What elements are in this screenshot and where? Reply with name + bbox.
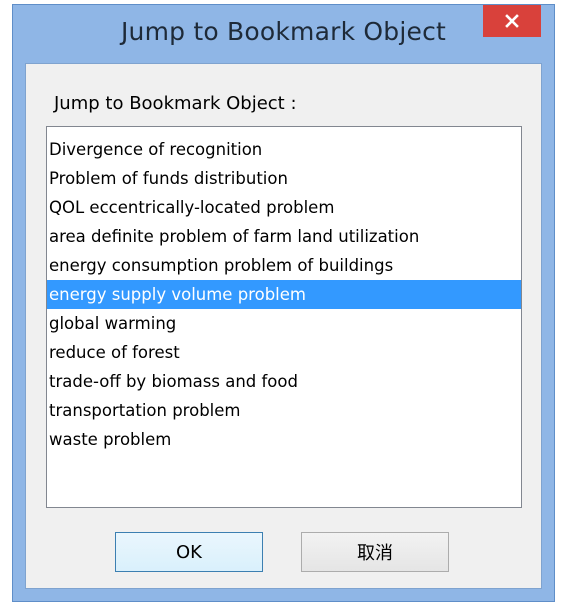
list-item[interactable]: trade-off by biomass and food	[47, 367, 521, 396]
close-button[interactable]	[483, 5, 541, 37]
list-item[interactable]: area definite problem of farm land utili…	[47, 222, 521, 251]
list-item[interactable]: Divergence of recognition	[47, 135, 521, 164]
list-label: Jump to Bookmark Object :	[54, 93, 297, 114]
list-item[interactable]: global warming	[47, 309, 521, 338]
cancel-button[interactable]: 取消	[301, 532, 449, 572]
list-item[interactable]: energy supply volume problem	[47, 280, 521, 309]
ok-button[interactable]: OK	[115, 532, 263, 572]
list-item[interactable]: QOL eccentrically-located problem	[47, 193, 521, 222]
dialog-body: Jump to Bookmark Object : Divergence of …	[25, 63, 542, 589]
title-bar[interactable]: Jump to Bookmark Object	[13, 5, 554, 65]
list-item[interactable]: energy consumption problem of buildings	[47, 251, 521, 280]
window-title: Jump to Bookmark Object	[120, 17, 447, 46]
list-item[interactable]: waste problem	[47, 425, 521, 454]
close-icon	[504, 13, 520, 29]
bookmark-dialog: Jump to Bookmark Object Jump to Bookmark…	[12, 4, 555, 602]
list-item[interactable]: reduce of forest	[47, 338, 521, 367]
list-item[interactable]: transportation problem	[47, 396, 521, 425]
bookmark-listbox[interactable]: Divergence of recognition Problem of fund…	[46, 126, 522, 508]
list-item[interactable]: Problem of funds distribution	[47, 164, 521, 193]
